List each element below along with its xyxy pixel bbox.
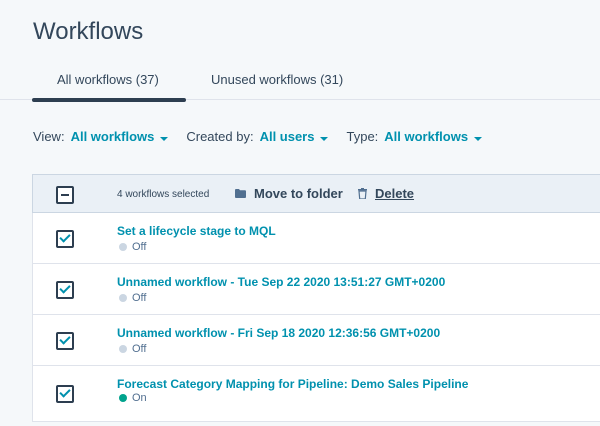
status-off-dot-icon (119, 345, 127, 353)
checkmark-icon (59, 231, 71, 243)
row-checkbox[interactable] (56, 385, 74, 403)
created-by-filter: Created by: All users (186, 129, 329, 144)
view-filter-label: View: (33, 129, 65, 144)
workflow-name-link[interactable]: Forecast Category Mapping for Pipeline: … (117, 377, 468, 391)
workflow-status: On (119, 392, 147, 404)
created-by-filter-label: Created by: (186, 129, 254, 144)
caret-down-icon (320, 137, 329, 141)
trash-icon (358, 188, 367, 199)
checkmark-icon (59, 333, 71, 345)
view-filter-value: All workflows (70, 129, 155, 144)
view-filter: View: All workflows (33, 129, 169, 144)
folder-icon (235, 189, 246, 198)
delete-button[interactable]: Delete (358, 186, 414, 201)
workflow-name-link[interactable]: Unnamed workflow - Fri Sep 18 2020 12:36… (117, 326, 440, 340)
status-on-dot-icon (119, 394, 127, 402)
status-off-dot-icon (119, 294, 127, 302)
active-tab-indicator (32, 98, 186, 102)
workflow-status: Off (119, 343, 146, 355)
checkmark-icon (59, 386, 71, 398)
created-by-filter-value: All users (259, 129, 315, 144)
workflows-table: 4 workflows selected Move to folder Dele… (32, 174, 600, 422)
workflow-status-label: Off (132, 343, 147, 355)
type-filter-label: Type: (346, 129, 379, 144)
table-row[interactable]: Unnamed workflow - Fri Sep 18 2020 12:36… (32, 315, 600, 366)
table-row[interactable]: Set a lifecycle stage to MQL Off (32, 213, 600, 264)
row-checkbox[interactable] (56, 332, 74, 350)
view-filter-dropdown[interactable]: All workflows (71, 129, 169, 144)
workflow-status: Off (119, 292, 146, 304)
minus-icon (61, 194, 69, 196)
caret-down-icon (160, 137, 169, 141)
type-filter-dropdown[interactable]: All workflows (384, 129, 483, 144)
workflow-status-label: Off (132, 292, 147, 304)
selected-count: 4 workflows selected (117, 189, 210, 200)
caret-down-icon (474, 137, 483, 141)
select-all-checkbox[interactable] (56, 186, 74, 204)
tab-unused-workflows[interactable]: Unused workflows (31) (211, 72, 343, 87)
page-title: Workflows (33, 18, 144, 45)
row-checkbox[interactable] (56, 281, 74, 299)
workflow-name-link[interactable]: Set a lifecycle stage to MQL (117, 224, 276, 238)
table-row[interactable]: Unnamed workflow - Tue Sep 22 2020 13:51… (32, 264, 600, 315)
move-to-folder-button[interactable]: Move to folder (235, 186, 343, 201)
created-by-filter-dropdown[interactable]: All users (260, 129, 329, 144)
bulk-action-bar: 4 workflows selected Move to folder Dele… (32, 174, 600, 213)
type-filter: Type: All workflows (346, 129, 483, 144)
type-filter-value: All workflows (384, 129, 469, 144)
status-off-dot-icon (119, 243, 127, 251)
filter-bar: View: All workflows Created by: All user… (33, 129, 500, 144)
workflow-status-label: Off (132, 241, 147, 253)
table-row[interactable]: Forecast Category Mapping for Pipeline: … (32, 366, 600, 422)
workflow-status: Off (119, 241, 146, 253)
delete-label: Delete (375, 186, 415, 201)
row-checkbox[interactable] (56, 230, 74, 248)
workflow-status-label: On (132, 392, 147, 404)
move-to-folder-label: Move to folder (254, 186, 343, 201)
checkmark-icon (59, 282, 71, 294)
tab-all-workflows[interactable]: All workflows (37) (57, 72, 159, 87)
tab-bar: All workflows (37) Unused workflows (31) (0, 62, 600, 102)
workflow-name-link[interactable]: Unnamed workflow - Tue Sep 22 2020 13:51… (117, 275, 445, 289)
